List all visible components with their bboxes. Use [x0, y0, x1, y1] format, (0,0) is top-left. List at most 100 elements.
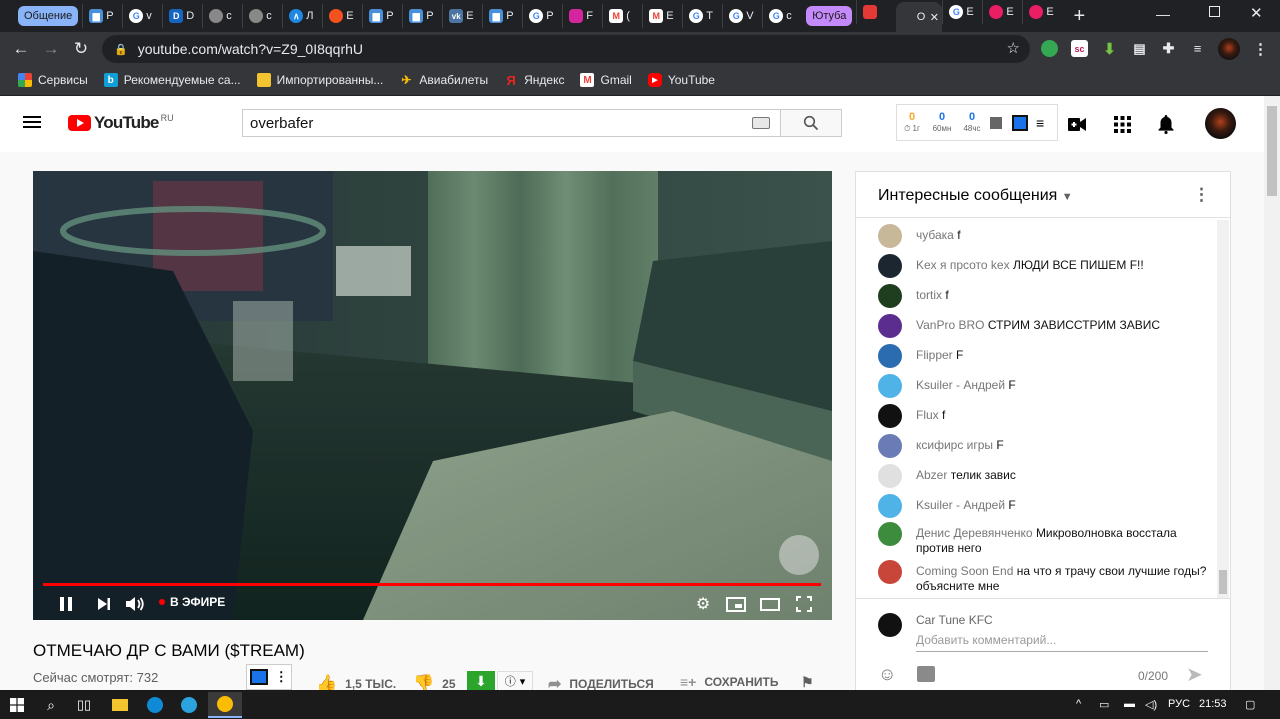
bookmark-item[interactable]: M Gmail: [574, 68, 637, 92]
chat-author-name[interactable]: Abzer: [916, 468, 947, 482]
chat-author-name[interactable]: Денис Деревянченко: [916, 526, 1033, 540]
star-icon[interactable]: ☆: [1007, 39, 1020, 57]
chat-message[interactable]: Coming Soon End на что я трачу свои лучш…: [878, 560, 1208, 594]
chat-author-name[interactable]: VanPro BRO: [916, 318, 984, 332]
browser-tab[interactable]: ▆ Р: [402, 4, 442, 28]
chat-message[interactable]: Abzer телик завис: [878, 464, 1208, 488]
file-explorer-icon[interactable]: [103, 692, 137, 718]
page-scrollbar[interactable]: [1264, 96, 1280, 690]
chat-author-name[interactable]: ксифирс игры: [916, 438, 993, 452]
chat-message[interactable]: tortix f: [878, 284, 1208, 308]
browser-tab[interactable]: Gc: [762, 4, 802, 28]
back-arrow-icon[interactable]: ←: [6, 34, 36, 64]
chat-scrollbar[interactable]: [1217, 220, 1229, 598]
browser-tab[interactable]: GT: [682, 4, 722, 28]
live-indicator[interactable]: В ЭФИРЕ: [159, 595, 225, 609]
close-window-icon[interactable]: ✕: [1250, 4, 1263, 22]
chat-message[interactable]: Денис Деревянченко Микроволновка восстал…: [878, 522, 1208, 556]
chat-author-name[interactable]: Ksuiler - Андрей: [916, 498, 1005, 512]
chat-message[interactable]: Kex я прсото kex ЛЮДИ ВСЕ ПИШЕМ F!!: [878, 254, 1208, 278]
volume-icon[interactable]: [126, 595, 146, 613]
bookmark-item[interactable]: ▶ YouTube: [642, 68, 721, 92]
chat-mode-dropdown[interactable]: Интересные сообщения ▼: [878, 187, 1073, 205]
emoji-icon[interactable]: ☺: [878, 664, 896, 685]
reload-icon[interactable]: ↻: [66, 34, 96, 64]
reading-list-icon[interactable]: ≡: [1189, 40, 1206, 57]
notification-center-icon[interactable]: ▢: [1245, 698, 1255, 711]
browser-tab[interactable]: vk Е: [442, 4, 482, 28]
search-button[interactable]: [780, 109, 842, 137]
tab-group-label[interactable]: Общение: [18, 6, 79, 26]
chat-author-name[interactable]: чубака: [916, 228, 954, 242]
browser-tab[interactable]: DD: [162, 4, 202, 28]
create-video-icon[interactable]: [1066, 114, 1088, 134]
chat-author-name[interactable]: Flux: [916, 408, 939, 422]
apps-grid-icon[interactable]: [1111, 114, 1133, 134]
chat-message[interactable]: Flux f: [878, 404, 1208, 428]
browser-tab[interactable]: E: [982, 0, 1022, 24]
virtual-keyboard-icon[interactable]: [752, 117, 770, 129]
browser-tab[interactable]: ∧ Л: [282, 4, 322, 28]
bookmark-item[interactable]: b Рекомендуемые са...: [98, 68, 247, 92]
browser-tab[interactable]: GV: [722, 4, 762, 28]
page-scroll-thumb[interactable]: [1267, 106, 1277, 196]
minimize-icon[interactable]: —: [1156, 6, 1170, 22]
browser-tab[interactable]: Е: [322, 4, 362, 28]
maximize-icon[interactable]: [1209, 6, 1220, 17]
task-view-icon[interactable]: ▯▯: [67, 692, 101, 718]
browser-tab[interactable]: ▆ Р: [82, 4, 122, 28]
browser-tab[interactable]: ME: [642, 4, 682, 28]
clock[interactable]: 21:53: [1199, 698, 1227, 710]
extension-download-icon[interactable]: ⬇: [1101, 40, 1118, 58]
chrome-menu-icon[interactable]: ⋮: [1252, 40, 1269, 58]
windows-start-icon[interactable]: [0, 692, 34, 718]
extension-button[interactable]: ⋮: [246, 664, 292, 690]
chat-author-name[interactable]: tortix: [916, 288, 942, 302]
chart-icon[interactable]: [990, 116, 1002, 129]
extension-sc-icon[interactable]: sc: [1071, 40, 1088, 57]
active-tab[interactable]: O ✕: [896, 2, 943, 32]
chat-scroll-thumb[interactable]: [1219, 570, 1227, 594]
chat-author-name[interactable]: Flipper: [916, 348, 953, 362]
telegram-icon[interactable]: [172, 692, 206, 718]
speaker-icon[interactable]: ◁): [1145, 698, 1157, 711]
settings-gear-icon[interactable]: ⚙: [694, 595, 712, 613]
chat-message[interactable]: чубака f: [878, 224, 1208, 248]
bookmark-item[interactable]: Сервисы: [12, 68, 94, 92]
download-options-button[interactable]: ⓘ ▾: [497, 671, 533, 691]
chat-message[interactable]: Flipper F: [878, 344, 1208, 368]
bookmark-item[interactable]: Я Яндекс: [498, 68, 570, 92]
browser-tab[interactable]: GР: [522, 4, 562, 28]
chat-message-list[interactable]: чубака f Kex я прсото kex ЛЮДИ ВСЕ ПИШЕМ …: [856, 219, 1230, 597]
edge-browser-icon[interactable]: [138, 692, 172, 718]
live-progress-bar[interactable]: [43, 583, 821, 586]
extension-green-circle-icon[interactable]: [1041, 40, 1058, 57]
browser-tab[interactable]: [856, 0, 896, 24]
chat-message[interactable]: Ksuiler - Андрей F: [878, 494, 1208, 518]
browser-tab[interactable]: ▆ Р: [482, 4, 522, 28]
chat-author-name[interactable]: Coming Soon End: [916, 564, 1013, 578]
pause-icon[interactable]: [57, 595, 75, 613]
extension-doc-icon[interactable]: ▤: [1131, 40, 1148, 57]
browser-tab[interactable]: GE: [942, 0, 982, 24]
video-player[interactable]: В ЭФИРЕ ⚙: [33, 171, 832, 620]
profile-avatar[interactable]: [1218, 38, 1240, 60]
browser-tab[interactable]: F: [562, 4, 602, 28]
tray-expand-icon[interactable]: ^: [1076, 698, 1081, 710]
address-bar[interactable]: 🔒 youtube.com/watch?v=Z9_0I8qqrhU ☆: [102, 35, 1030, 63]
super-chat-icon[interactable]: [917, 666, 935, 682]
fullscreen-icon[interactable]: [795, 595, 813, 613]
close-tab-icon[interactable]: ✕: [930, 11, 939, 24]
extensions-puzzle-icon[interactable]: ✚: [1160, 40, 1177, 57]
browser-tab[interactable]: c: [242, 4, 282, 28]
chat-message[interactable]: ксифирс игры F: [878, 434, 1208, 458]
chat-message-input[interactable]: Добавить комментарий...: [916, 633, 1208, 652]
browser-tab[interactable]: Gv: [122, 4, 162, 28]
tab-group-label-2[interactable]: Ютуба: [806, 6, 853, 26]
chat-more-icon[interactable]: ⋮: [1193, 185, 1210, 205]
save-button[interactable]: ≡+ СОХРАНИТЬ: [680, 674, 778, 690]
bookmark-item[interactable]: ✈ Авиабилеты: [393, 68, 494, 92]
theater-mode-icon[interactable]: [760, 595, 780, 613]
widget-menu-icon[interactable]: ≡: [1036, 115, 1044, 131]
network-icon[interactable]: ▭: [1099, 698, 1109, 711]
